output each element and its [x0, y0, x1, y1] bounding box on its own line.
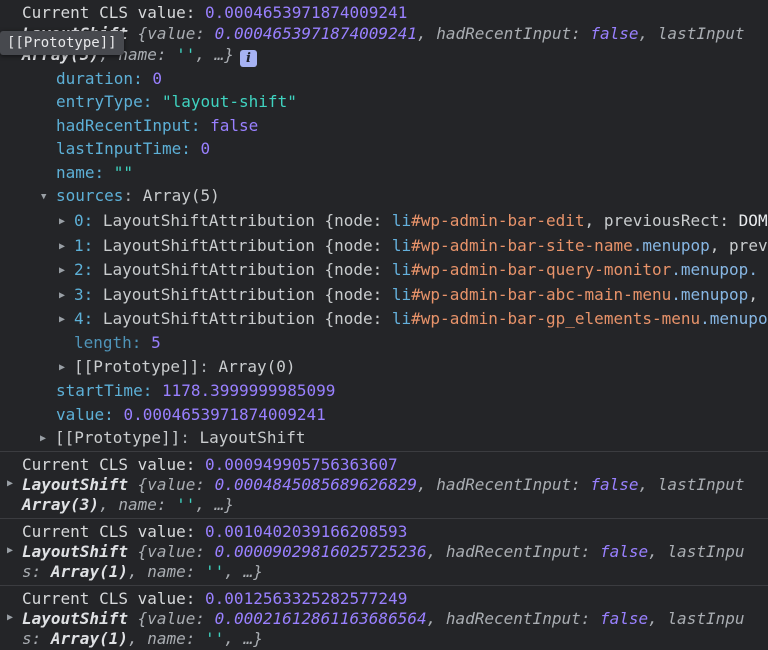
- log-message: Current CLS value: 0.000949905756363607: [0, 455, 768, 475]
- console-entry: ▶ Current CLS value: 0.00104020391662085…: [0, 518, 768, 585]
- array-prototype-row[interactable]: ▶[[Prototype]]: Array(0): [0, 355, 768, 379]
- console-entry: Current CLS value: 0.0004653971874009241…: [0, 0, 768, 451]
- log-label: Current CLS value:: [22, 589, 205, 608]
- source-item[interactable]: ▶1: LayoutShiftAttribution {node: li#wp-…: [0, 234, 768, 258]
- devtools-console: Current CLS value: 0.0004653971874009241…: [0, 0, 768, 650]
- property-row: value: 0.0004653971874009241: [0, 403, 768, 426]
- expand-arrow-icon[interactable]: ▶: [59, 210, 74, 233]
- cls-value: 0.0010402039166208593: [205, 522, 407, 541]
- property-row: entryType: "layout-shift": [0, 90, 768, 113]
- log-message: Current CLS value: 0.0010402039166208593: [0, 522, 768, 542]
- info-icon[interactable]: i: [240, 50, 257, 67]
- console-entry: ▶ Current CLS value: 0.00125633252825772…: [0, 585, 768, 650]
- source-item[interactable]: ▶0: LayoutShiftAttribution {node: li#wp-…: [0, 209, 768, 233]
- object-preview-wrap: s: Array(1), name: '', …}: [0, 629, 768, 649]
- property-row: startTime: 1178.3999999985099: [0, 379, 768, 402]
- log-label: Current CLS value:: [22, 455, 205, 474]
- console-entry: ▶ Current CLS value: 0.00094990575636360…: [0, 451, 768, 518]
- property-row: hadRecentInput: false: [0, 114, 768, 137]
- log-label: Current CLS value:: [22, 522, 205, 541]
- property-row: name: "": [0, 161, 768, 184]
- log-label: Current CLS value:: [22, 3, 205, 22]
- expand-arrow-icon[interactable]: ▶: [59, 235, 74, 258]
- object-preview[interactable]: LayoutShift {value: 0.000090298160257252…: [0, 542, 768, 562]
- expand-arrow-icon[interactable]: ▶: [59, 308, 74, 331]
- property-row: duration: 0: [0, 67, 768, 90]
- object-prototype-row[interactable]: ▶[[Prototype]]: LayoutShift: [0, 426, 768, 450]
- source-item[interactable]: ▶2: LayoutShiftAttribution {node: li#wp-…: [0, 258, 768, 282]
- object-preview-wrap: s: Array(1), name: '', …}: [0, 562, 768, 582]
- log-message: Current CLS value: 0.0012563325282577249: [0, 589, 768, 609]
- expand-arrow-icon[interactable]: ▶: [59, 356, 74, 379]
- source-item[interactable]: ▶3: LayoutShiftAttribution {node: li#wp-…: [0, 283, 768, 307]
- prototype-tooltip: [[Prototype]]: [0, 31, 124, 55]
- property-row: lastInputTime: 0: [0, 137, 768, 160]
- object-preview[interactable]: LayoutShift {value: 0.000484508568962682…: [0, 475, 768, 495]
- source-item[interactable]: ▶4: LayoutShiftAttribution {node: li#wp-…: [0, 307, 768, 331]
- expand-arrow-icon[interactable]: ▶: [7, 478, 19, 489]
- expand-arrow-icon[interactable]: ▶: [7, 545, 19, 556]
- collapse-arrow-icon[interactable]: ▼: [41, 186, 56, 209]
- expand-arrow-icon[interactable]: ▶: [40, 427, 55, 450]
- cls-value: 0.0012563325282577249: [205, 589, 407, 608]
- expand-arrow-icon[interactable]: ▶: [59, 284, 74, 307]
- array-length-row: length: 5: [0, 331, 768, 354]
- log-message: Current CLS value: 0.0004653971874009241: [0, 2, 768, 23]
- object-preview[interactable]: LayoutShift {value: 0.000216128611636865…: [0, 609, 768, 629]
- sources-row[interactable]: ▼sources: Array(5): [0, 184, 768, 209]
- cls-value: 0.000949905756363607: [205, 455, 398, 474]
- expand-arrow-icon[interactable]: ▶: [59, 259, 74, 282]
- object-preview-wrap: Array(3), name: '', …}: [0, 495, 768, 515]
- expand-arrow-icon[interactable]: ▶: [7, 612, 19, 623]
- cls-value: 0.0004653971874009241: [205, 3, 407, 22]
